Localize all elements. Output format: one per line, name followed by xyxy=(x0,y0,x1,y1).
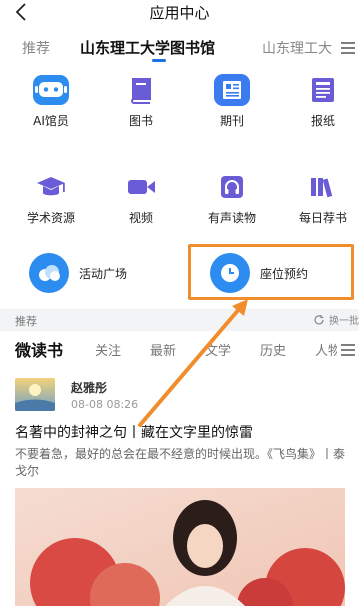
tab-literature[interactable]: 文学 xyxy=(205,340,231,359)
grid-item-books[interactable]: 图书 xyxy=(106,73,176,129)
video-icon xyxy=(121,170,161,204)
grid-item-audiobooks[interactable]: 有声读物 xyxy=(197,170,267,226)
post-author[interactable]: 赵雅彤 xyxy=(71,379,107,396)
tab-latest[interactable]: 最新 xyxy=(150,340,176,359)
post-excerpt: 不要着急，最好的总会在最不经意的时候出现。《飞鸟集》丨泰戈尔 xyxy=(15,447,346,478)
grid-item-label: 每日荐书 xyxy=(298,211,347,225)
avatar[interactable] xyxy=(15,378,55,411)
grid-item-label: 图书 xyxy=(128,114,153,128)
books-icon xyxy=(303,170,343,204)
activity-square-button[interactable]: 活动广场 xyxy=(29,250,127,296)
grid-item-label: 报纸 xyxy=(310,114,335,128)
grid-item-video[interactable]: 视频 xyxy=(106,170,176,226)
tab-menu-button[interactable] xyxy=(337,34,359,62)
grid-item-label: 有声读物 xyxy=(207,211,256,225)
menu-icon xyxy=(341,42,355,54)
post-title[interactable]: 名著中的封神之句丨藏在文字里的惊雷 xyxy=(15,422,253,442)
grid-item-journals[interactable]: 期刊 xyxy=(197,73,267,129)
grid-item-ai-librarian[interactable]: AI馆员 xyxy=(16,73,86,129)
content-tab-bar: 微读书 关注 最新 文学 历史 人物 xyxy=(0,334,359,366)
grid-item-daily-recommend[interactable]: 每日荐书 xyxy=(288,170,358,226)
tab-recommend[interactable]: 推荐 xyxy=(22,38,50,58)
graduation-cap-icon xyxy=(31,170,71,204)
tab-weidushu[interactable]: 微读书 xyxy=(15,337,63,361)
grid-item-label: AI馆员 xyxy=(33,114,69,128)
tab-history[interactable]: 历史 xyxy=(260,340,286,359)
top-tab-bar: 推荐 山东理工大学图书馆 山东理工大 xyxy=(0,34,359,62)
menu-icon xyxy=(341,344,355,356)
cloud-icon xyxy=(29,253,69,293)
active-tab-indicator xyxy=(152,59,166,62)
headphones-icon xyxy=(212,170,252,204)
post-date: 08-08 08:26 xyxy=(71,398,139,411)
recommend-label: 推荐 xyxy=(15,315,37,328)
journal-icon xyxy=(212,73,252,107)
tab-sdut-other[interactable]: 山东理工大 xyxy=(262,38,332,58)
page-title: 应用中心 xyxy=(149,4,210,22)
newspaper-icon xyxy=(303,73,343,107)
tab-sdut-library[interactable]: 山东理工大学图书馆 xyxy=(80,37,215,58)
post-cover-image[interactable] xyxy=(15,488,345,606)
refresh-button[interactable]: 换一批 xyxy=(313,312,359,327)
refresh-icon xyxy=(314,314,324,324)
book-icon xyxy=(121,73,161,107)
activity-square-label: 活动广场 xyxy=(79,266,128,281)
grid-item-academic-resources[interactable]: 学术资源 xyxy=(16,170,86,226)
grid-item-label: 视频 xyxy=(128,211,153,225)
refresh-label: 换一批 xyxy=(329,316,359,327)
grid-item-label: 期刊 xyxy=(219,114,244,128)
content-tab-menu-button[interactable] xyxy=(337,334,359,366)
highlight-box xyxy=(188,244,354,300)
header-bar: 应用中心 xyxy=(0,0,359,24)
robot-icon xyxy=(31,73,71,107)
tab-follow[interactable]: 关注 xyxy=(95,340,121,359)
recommend-bar: 推荐 换一批 xyxy=(0,309,359,331)
grid-item-label: 学术资源 xyxy=(26,211,75,225)
grid-item-newspapers[interactable]: 报纸 xyxy=(288,73,358,129)
